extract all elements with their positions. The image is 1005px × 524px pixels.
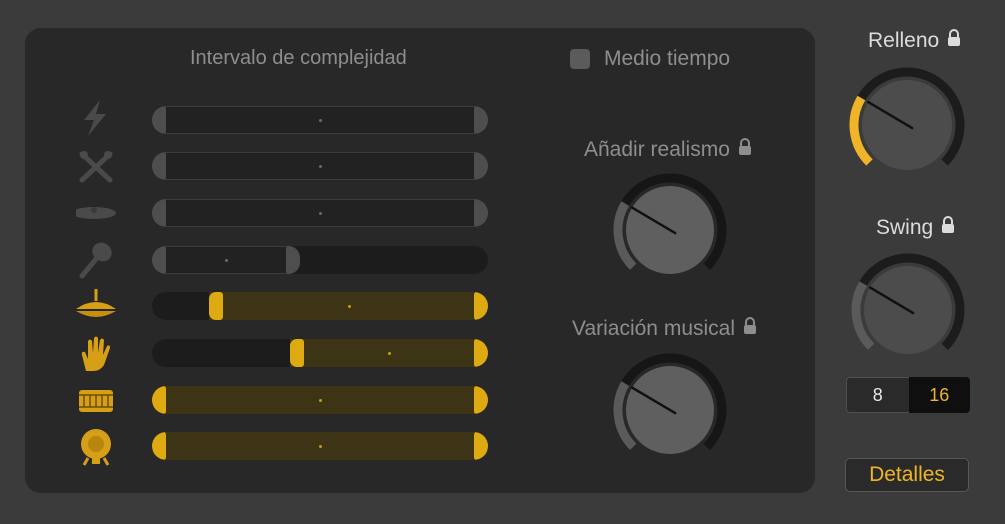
variation-label: Variación musical [572,317,736,340]
swing-knob[interactable] [850,252,966,368]
shaker-icon [76,240,116,280]
lock-icon[interactable] [941,216,955,240]
complexity-slider-2[interactable] [152,152,488,180]
slider-min-handle[interactable] [152,386,166,414]
complexity-slider-7[interactable] [152,386,488,414]
swing-8-button[interactable]: 8 [846,377,909,413]
cymbal-icon [72,193,116,233]
slider-max-handle[interactable] [286,246,300,274]
complexity-slider-4[interactable] [152,246,488,274]
complexity-slider-8[interactable] [152,432,488,460]
realism-knob[interactable] [612,172,728,288]
slider-min-handle[interactable] [152,106,166,134]
kick-drum-icon [76,426,116,466]
complexity-slider-1[interactable] [152,106,488,134]
snare-drum-icon [76,380,116,420]
details-button[interactable]: Detalles [845,458,969,492]
slider-center-dot [319,399,322,402]
complexity-slider-5[interactable] [152,292,488,320]
complexity-slider-3[interactable] [152,199,488,227]
slider-min-handle[interactable] [290,339,304,367]
variation-knob[interactable] [612,352,728,468]
fill-label: Relleno [868,29,940,52]
swing-resolution-control: 8 16 [846,377,970,413]
half-time-checkbox[interactable] [570,49,590,69]
lock-icon[interactable] [738,138,752,162]
fill-label-row: Relleno [868,29,961,53]
slider-center-dot [319,165,322,168]
fill-knob[interactable] [848,66,966,184]
slider-center-dot [388,352,391,355]
lightning-icon [76,98,116,138]
realism-label-row: Añadir realismo [584,138,752,162]
variation-label-row: Variación musical [572,317,757,341]
slider-min-handle[interactable] [152,152,166,180]
complexity-range-title: Intervalo de complejidad [190,47,407,69]
swing-label-row: Swing [876,216,955,240]
slider-center-dot [225,259,228,262]
lock-icon[interactable] [743,317,757,341]
slider-center-dot [319,119,322,122]
hand-clap-icon [76,333,116,373]
swing-label: Swing [876,216,934,239]
slider-center-dot [319,445,322,448]
slider-min-handle[interactable] [152,432,166,460]
slider-min-handle[interactable] [209,292,223,320]
hihat-icon [76,287,116,327]
crossed-sticks-icon [76,146,116,186]
slider-min-handle[interactable] [152,199,166,227]
half-time-option[interactable]: Medio tiempo [570,47,730,71]
slider-center-dot [348,305,351,308]
swing-16-button[interactable]: 16 [908,377,970,413]
lock-icon[interactable] [947,29,961,53]
realism-label: Añadir realismo [584,138,730,161]
slider-min-handle[interactable] [152,246,166,274]
slider-center-dot [319,212,322,215]
half-time-label: Medio tiempo [604,47,731,70]
complexity-slider-6[interactable] [152,339,488,367]
